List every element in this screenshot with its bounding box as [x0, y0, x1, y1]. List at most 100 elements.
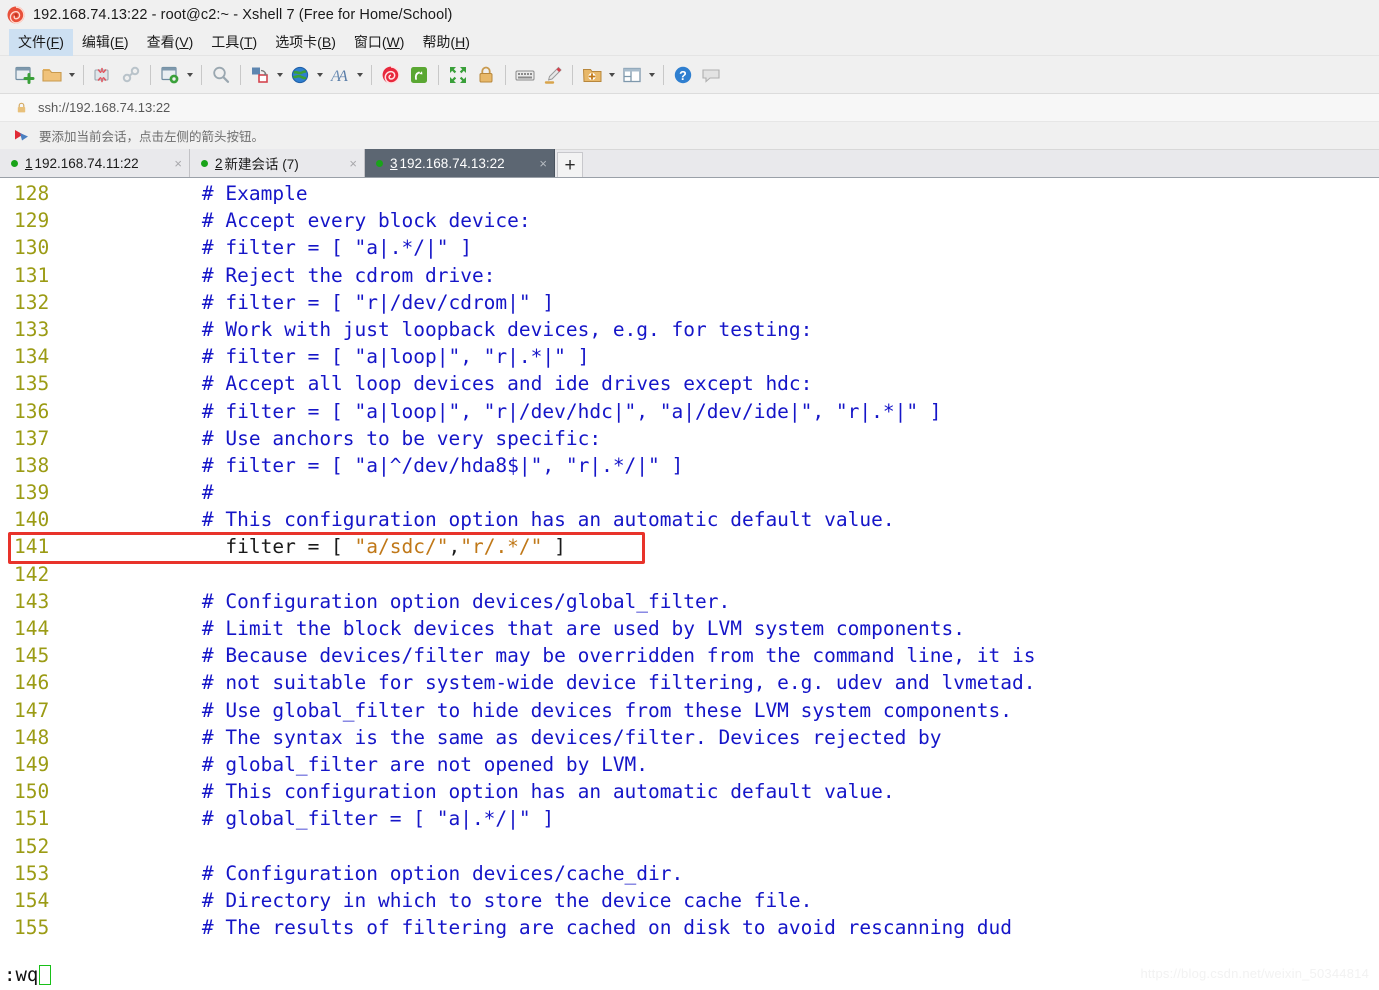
new-session-icon[interactable] — [10, 61, 38, 89]
code-span-plain: ] — [542, 535, 566, 559]
chat-icon[interactable] — [697, 61, 725, 89]
tab-close-button[interactable]: × — [539, 157, 547, 170]
code-span-comment: # Work with just loopback devices, e.g. … — [108, 317, 813, 341]
svg-text:A: A — [337, 68, 348, 85]
menu-help[interactable]: 帮助(H) — [413, 29, 478, 56]
menu-tabs-accel: B — [321, 33, 332, 50]
tab-number: 2 — [215, 155, 223, 171]
tab-close-button[interactable]: × — [174, 157, 182, 170]
terminal-line: 144 # Limit the block devices that are u… — [0, 615, 1379, 642]
vim-command-line[interactable]: :wq https://blog.csdn.net/weixin_5034481… — [0, 960, 1379, 990]
tab-session-1[interactable]: 1 192.168.74.11:22 × — [0, 149, 190, 177]
menu-window[interactable]: 窗口(W) — [345, 29, 414, 56]
code-span-comment: # Example — [108, 182, 308, 205]
globe-icon[interactable] — [286, 61, 314, 89]
help-icon[interactable]: ? — [669, 61, 697, 89]
terminal-line: 142 — [0, 561, 1379, 588]
line-content: # Limit the block devices that are used … — [108, 615, 965, 642]
terminal-line: 135 # Accept all loop devices and ide dr… — [0, 370, 1379, 397]
menu-tools[interactable]: 工具(T) — [202, 29, 266, 56]
highlight-pen-icon[interactable] — [539, 61, 567, 89]
code-span-comment: # filter = [ "a|loop|", "r|.*|" ] — [108, 345, 590, 369]
code-span-comment: # Accept every block device: — [108, 209, 531, 233]
code-span-comment: # global_filter are not opened by LVM. — [108, 752, 649, 776]
tab-label: 192.168.74.13:22 — [399, 155, 505, 171]
watermark: https://blog.csdn.net/weixin_50344814 — [1140, 966, 1369, 981]
line-number: 151 — [14, 807, 50, 831]
add-panel-dropdown[interactable] — [606, 61, 618, 89]
globe-dropdown[interactable] — [314, 61, 326, 89]
line-content: # Configuration option devices/cache_dir… — [108, 860, 683, 887]
lock-icon[interactable] — [472, 61, 500, 89]
new-tab-button[interactable]: + — [557, 152, 583, 177]
menu-help-label: 帮助( — [422, 33, 456, 50]
xshell-shell-icon — [6, 5, 26, 25]
xshell-icon[interactable] — [377, 61, 405, 89]
toolbar-separator — [150, 64, 151, 85]
line-content: # Use global_filter to hide devices from… — [108, 697, 1012, 724]
menu-tabs[interactable]: 选项卡(B) — [266, 29, 345, 56]
line-content: # not suitable for system-wide device fi… — [108, 669, 1036, 696]
line-content: # Configuration option devices/global_fi… — [108, 588, 730, 615]
address-input[interactable]: ssh://192.168.74.13:22 — [38, 100, 170, 115]
tab-session-2[interactable]: 2 新建会话 (7) × — [190, 149, 365, 177]
menu-tools-accel: T — [243, 33, 253, 50]
line-number: 144 — [14, 617, 50, 640]
font-icon[interactable]: A A — [326, 61, 354, 89]
open-folder-dropdown[interactable] — [66, 61, 78, 89]
terminal-line: 137 # Use anchors to be very specific: — [0, 425, 1379, 452]
code-span-comment: # Because devices/filter may be overridd… — [108, 644, 1036, 668]
window-title: 192.168.74.13:22 - root@c2:~ - Xshell 7 … — [33, 6, 453, 23]
terminal-line: 151 # global_filter = [ "a|.*/|" ] — [0, 805, 1379, 832]
terminal-line: 147 # Use global_filter to hide devices … — [0, 697, 1379, 724]
tab-number: 1 — [25, 155, 33, 171]
line-content: # This configuration option has an autom… — [108, 778, 895, 805]
line-number: 138 — [14, 453, 50, 477]
add-panel-icon[interactable] — [578, 61, 606, 89]
toolbar-separator — [572, 64, 573, 85]
terminal-line: 152 — [0, 833, 1379, 860]
font-dropdown[interactable] — [354, 61, 366, 89]
tab-close-button[interactable]: × — [349, 157, 357, 170]
code-span-comment: # This configuration option has an autom… — [108, 780, 895, 804]
line-number: 143 — [14, 589, 50, 613]
find-icon[interactable] — [207, 61, 235, 89]
code-span-comment: # Configuration option devices/global_fi… — [108, 589, 731, 613]
terminal-line: 140 # This configuration option has an a… — [0, 506, 1379, 533]
keyboard-icon[interactable] — [511, 61, 539, 89]
menu-view[interactable]: 查看(V) — [138, 29, 203, 56]
menu-view-label: 查看( — [146, 33, 180, 50]
menu-edit[interactable]: 编辑(E) — [73, 29, 138, 56]
menu-help-accel: H — [455, 33, 466, 50]
file-transfer-dropdown[interactable] — [274, 61, 286, 89]
terminal-view[interactable]: 128 # Example 129 # Accept every block de… — [0, 178, 1379, 960]
code-span-comment: # Accept all loop devices and ide drives… — [108, 372, 813, 396]
reconnect-icon[interactable] — [117, 61, 145, 89]
lock-icon — [15, 101, 28, 114]
menu-bar: 文件(F) 编辑(E) 查看(V) 工具(T) 选项卡(B) 窗口(W) 帮助(… — [0, 28, 1379, 56]
code-span-plain: , — [448, 535, 461, 559]
address-bar[interactable]: ssh://192.168.74.13:22 — [0, 94, 1379, 122]
menu-edit-label: 编辑( — [81, 33, 115, 50]
menu-file[interactable]: 文件(F) — [9, 28, 73, 56]
line-number: 154 — [14, 888, 50, 912]
command-text: :wq — [4, 964, 39, 986]
disconnect-icon[interactable] — [89, 61, 117, 89]
session-properties-dropdown[interactable] — [184, 61, 196, 89]
layout-icon[interactable] — [618, 61, 646, 89]
fullscreen-icon[interactable] — [444, 61, 472, 89]
tab-number: 3 — [390, 155, 398, 171]
line-content: filter = [ "a/sdc/","r/.*/" ] — [108, 533, 566, 560]
menu-view-tail: ) — [188, 33, 194, 50]
tab-session-3[interactable]: 3 192.168.74.13:22 × — [365, 149, 555, 177]
line-number: 130 — [14, 236, 50, 260]
menu-window-tail: ) — [399, 33, 405, 50]
terminal-line: 141 filter = [ "a/sdc/","r/.*/" ] — [0, 533, 1379, 560]
terminal-line: 154 # Directory in which to store the de… — [0, 887, 1379, 914]
terminal-line: 128 # Example — [0, 180, 1379, 207]
open-folder-icon[interactable] — [38, 61, 66, 89]
session-properties-icon[interactable] — [156, 61, 184, 89]
xftp-icon[interactable] — [405, 61, 433, 89]
file-transfer-icon[interactable] — [246, 61, 274, 89]
layout-dropdown[interactable] — [646, 61, 658, 89]
